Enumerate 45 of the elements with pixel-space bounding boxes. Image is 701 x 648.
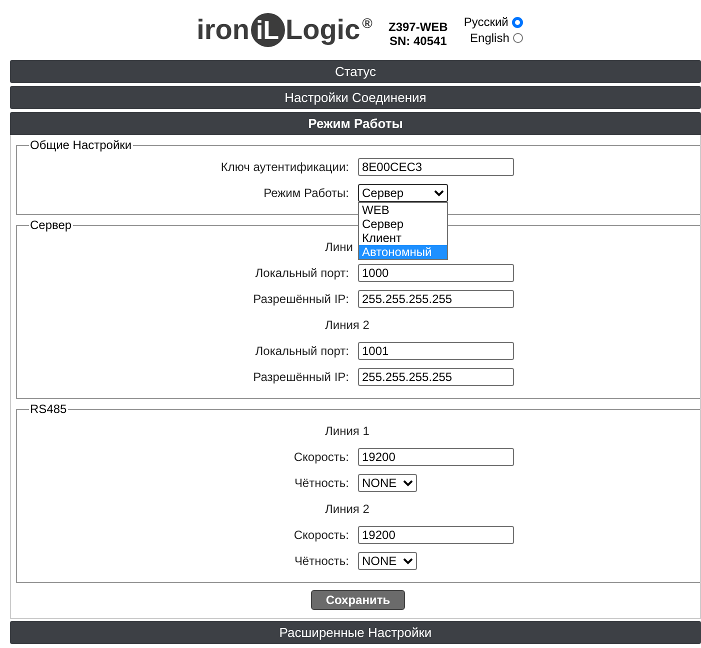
field-label: Разрешённый IP:: [252, 370, 350, 384]
field-label: Локальный порт:: [254, 266, 350, 280]
section-header[interactable]: Режим Работы: [10, 112, 701, 135]
fieldset-legend: RS485: [29, 402, 68, 416]
caret-icon: [402, 558, 413, 564]
input-field[interactable]: 255.255.255.255: [358, 290, 514, 308]
language-radio[interactable]: [513, 33, 524, 43]
section-header[interactable]: Расширенные Настройки: [10, 621, 701, 644]
caret-icon: [402, 480, 413, 486]
line-heading: Линия 2: [325, 318, 370, 332]
language-label: Русский: [464, 15, 508, 29]
input-field[interactable]: 255.255.255.255: [358, 368, 514, 386]
dropdown-option[interactable]: Клиент: [359, 231, 447, 245]
select-field[interactable]: NONE: [358, 552, 417, 570]
field-label: Режим Работы:: [262, 186, 350, 200]
field-label: Чётность:: [293, 554, 350, 568]
language-radio[interactable]: [512, 16, 524, 28]
section-header[interactable]: Статус: [10, 60, 701, 83]
dropdown-option[interactable]: WEB: [359, 203, 447, 217]
model-name: Z397-WEB: [388, 20, 448, 34]
field-label: Чётность:: [293, 476, 350, 490]
line-heading: Линия 2: [325, 502, 370, 516]
field-label: Скорость:: [292, 528, 350, 542]
line-heading: Лини: [325, 240, 353, 254]
field-label: Ключ аутентификации:: [220, 160, 350, 174]
fieldset-legend: Сервер: [29, 218, 73, 232]
caret-icon: [434, 190, 444, 196]
field-label: Скорость:: [292, 450, 350, 464]
input-field[interactable]: 1000: [358, 264, 514, 282]
field-label: Разрешённый IP:: [252, 292, 350, 306]
input-field[interactable]: 1001: [358, 342, 514, 360]
select-field[interactable]: NONE: [358, 474, 417, 492]
logo: iron iL Logic$^{®}$: [196, 13, 372, 47]
serial-number: SN: 40541: [389, 34, 447, 48]
input-field[interactable]: 8E00CEC3: [358, 158, 514, 176]
save-button[interactable]: Сохранить: [310, 590, 406, 610]
section-header[interactable]: Настройки Соединения: [10, 86, 701, 109]
select-field[interactable]: Сервер: [358, 184, 448, 202]
line-heading: Линия 1: [325, 424, 370, 438]
fieldset-legend: Общие Настройки: [29, 138, 133, 152]
input-field[interactable]: 19200: [358, 448, 514, 466]
field-label: Локальный порт:: [254, 344, 350, 358]
language-label: English: [470, 31, 510, 45]
input-field[interactable]: 19200: [358, 526, 514, 544]
dropdown-option[interactable]: Сервер: [359, 217, 447, 231]
